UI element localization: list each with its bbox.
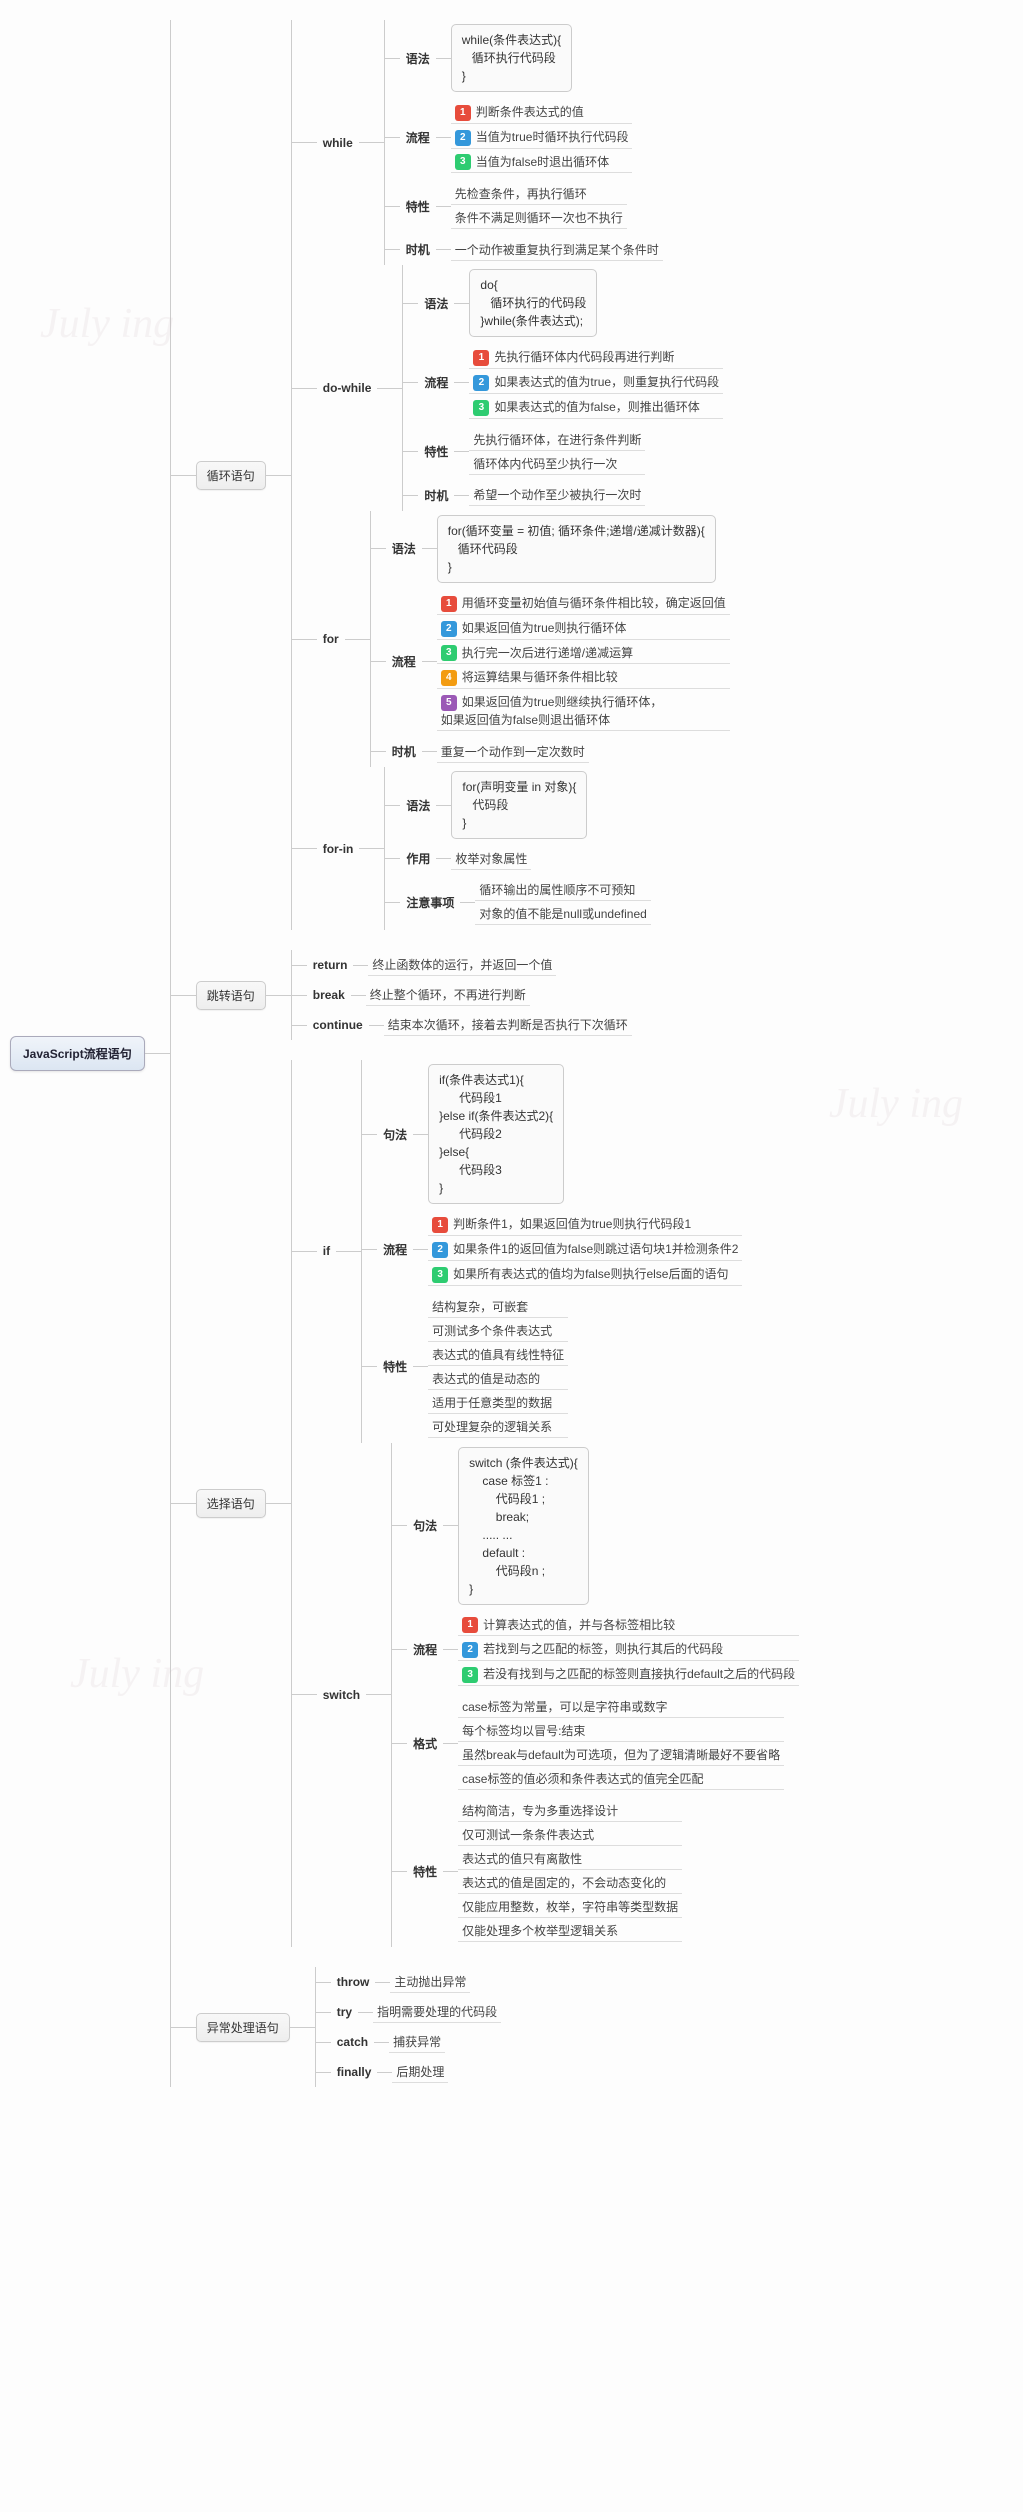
switch-node: switch: [317, 1685, 366, 1705]
switch-format-4: case标签的值必须和条件表达式的值完全匹配: [458, 1768, 784, 1790]
switch-trait-1: 结构简洁，专为多重选择设计: [458, 1800, 682, 1822]
mindmap-root-container: JavaScript流程语句 循环语句 while 语法 while(条件表达式)…: [10, 20, 1013, 2087]
finally-desc: 后期处理: [392, 2061, 448, 2083]
switch-trait-4: 表达式的值是固定的，不会动态变化的: [458, 1872, 682, 1894]
dowhile-syntax-code: do{ 循环执行的代码段 }while(条件表达式);: [469, 269, 597, 337]
dowhile-trait-2: 循环体内代码至少执行一次: [469, 453, 645, 475]
switch-flow-2: 若找到与之匹配的标签，则执行其后的代码段: [483, 1642, 723, 1656]
break-node: break: [307, 985, 351, 1005]
switch-format-2: 每个标签均以冒号:结束: [458, 1720, 784, 1742]
switch-trait-3: 表达式的值只有离散性: [458, 1848, 682, 1870]
continue-desc: 结束本次循环，接着去判断是否执行下次循环: [384, 1014, 632, 1036]
if-syntax-code: if(条件表达式1){ 代码段1 }else if(条件表达式2){ 代码段2 …: [428, 1064, 564, 1204]
if-flow-3: 如果所有表达式的值均为false则执行else后面的语句: [453, 1267, 728, 1281]
catch-node: catch: [331, 2032, 374, 2052]
while-trait-2: 条件不满足则循环一次也不执行: [451, 207, 627, 229]
finally-node: finally: [331, 2062, 378, 2082]
while-flow-3: 当值为false时退出循环体: [476, 155, 609, 169]
for-timing-label: 时机: [386, 740, 422, 763]
if-trait-6: 可处理复杂的逻辑关系: [428, 1416, 568, 1438]
for-syntax-code: for(循环变量 = 初值; 循环条件;递增/递减计数器){ 循环代码段 }: [437, 515, 716, 583]
try-desc: 指明需要处理的代码段: [373, 2001, 501, 2023]
while-syntax-code: while(条件表达式){ 循环执行代码段 }: [451, 24, 572, 92]
forin-syntax-code: for(声明变量 in 对象){ 代码段 }: [451, 771, 587, 839]
switch-format-1: case标签为常量，可以是字符串或数字: [458, 1696, 784, 1718]
for-flow-label: 流程: [386, 650, 422, 673]
dowhile-trait-1: 先执行循环体，在进行条件判断: [469, 429, 645, 451]
while-flow-1: 判断条件表达式的值: [476, 105, 584, 119]
switch-flow-1: 计算表达式的值，并与各标签相比较: [483, 1618, 675, 1632]
switch-format-3: 虽然break与default为可选项，但为了逻辑清晰最好不要省略: [458, 1744, 784, 1766]
if-node: if: [317, 1241, 336, 1261]
while-timing: 一个动作被重复执行到满足某个条件时: [451, 239, 663, 261]
if-trait-label: 特性: [377, 1355, 413, 1378]
for-timing: 重复一个动作到一定次数时: [437, 741, 589, 763]
if-flow-label: 流程: [377, 1238, 413, 1261]
forin-note-1: 循环输出的属性顺序不可预知: [475, 879, 650, 901]
exception-node: 异常处理语句: [196, 2013, 290, 2042]
for-node: for: [317, 629, 345, 649]
for-syntax-label: 语法: [386, 537, 422, 560]
if-trait-1: 结构复杂，可嵌套: [428, 1296, 568, 1318]
if-syntax-label: 句法: [377, 1123, 413, 1146]
return-desc: 终止函数体的运行，并返回一个值: [368, 954, 556, 976]
for-flow-5: 如果返回值为true则继续执行循环体， 如果返回值为false则退出循环体: [441, 695, 663, 727]
loop-node: 循环语句: [196, 461, 266, 490]
select-node: 选择语句: [196, 1489, 266, 1518]
dowhile-flow-1: 先执行循环体内代码段再进行判断: [494, 350, 674, 364]
forin-role-label: 作用: [400, 847, 436, 870]
while-timing-label: 时机: [400, 238, 436, 261]
while-trait-list: 先检查条件，再执行循环 条件不满足则循环一次也不执行: [451, 182, 627, 230]
return-node: return: [307, 955, 354, 975]
forin-syntax-label: 语法: [400, 794, 436, 817]
switch-syntax-code: switch (条件表达式){ case 标签1 : 代码段1 ; break;…: [458, 1447, 589, 1605]
switch-flow-label: 流程: [407, 1638, 443, 1661]
continue-node: continue: [307, 1015, 369, 1035]
try-node: try: [331, 2002, 358, 2022]
break-desc: 终止整个循环，不再进行判断: [366, 984, 530, 1006]
dowhile-flow-label: 流程: [418, 371, 454, 394]
catch-desc: 捕获异常: [389, 2031, 445, 2053]
for-flow-3: 执行完一次后进行递增/递减运算: [462, 646, 633, 660]
for-flow-2: 如果返回值为true则执行循环体: [462, 621, 627, 635]
switch-format-label: 格式: [407, 1732, 443, 1755]
dowhile-flow-3: 如果表达式的值为false，则推出循环体: [494, 400, 699, 414]
while-trait-label: 特性: [400, 195, 436, 218]
dowhile-timing: 希望一个动作至少被执行一次时: [469, 484, 645, 506]
throw-node: throw: [331, 1972, 376, 1992]
if-flow-2: 如果条件1的返回值为false则跳过语句块1并检测条件2: [453, 1242, 738, 1256]
dowhile-trait-label: 特性: [418, 440, 454, 463]
while-flow-list: 1判断条件表达式的值 2当值为true时循环执行代码段 3当值为false时退出…: [451, 100, 633, 174]
forin-note-2: 对象的值不能是null或undefined: [475, 903, 650, 925]
switch-trait-5: 仅能应用整数，枚举，字符串等类型数据: [458, 1896, 682, 1918]
while-flow-2: 当值为true时循环执行代码段: [476, 130, 629, 144]
switch-trait-label: 特性: [407, 1860, 443, 1883]
while-trait-1: 先检查条件，再执行循环: [451, 183, 627, 205]
for-flow-1: 用循环变量初始值与循环条件相比较，确定返回值: [462, 596, 726, 610]
dowhile-syntax-label: 语法: [418, 292, 454, 315]
switch-flow-3: 若没有找到与之匹配的标签则直接执行default之后的代码段: [483, 1667, 795, 1681]
jump-node: 跳转语句: [196, 981, 266, 1010]
if-flow-1: 判断条件1，如果返回值为true则执行代码段1: [453, 1217, 691, 1231]
switch-trait-6: 仅能处理多个枚举型逻辑关系: [458, 1920, 682, 1942]
forin-node: for-in: [317, 839, 360, 859]
if-trait-4: 表达式的值是动态的: [428, 1368, 568, 1390]
forin-role: 枚举对象属性: [451, 848, 531, 870]
dowhile-flow-2: 如果表达式的值为true，则重复执行代码段: [494, 375, 719, 389]
while-syntax-label: 语法: [400, 47, 436, 70]
forin-notes-label: 注意事项: [400, 891, 460, 914]
if-trait-2: 可测试多个条件表达式: [428, 1320, 568, 1342]
while-node: while: [317, 133, 359, 153]
if-trait-5: 适用于任意类型的数据: [428, 1392, 568, 1414]
dowhile-node: do-while: [317, 378, 378, 398]
dowhile-timing-label: 时机: [418, 484, 454, 507]
switch-syntax-label: 句法: [407, 1514, 443, 1537]
root-node: JavaScript流程语句: [10, 1036, 145, 1071]
throw-desc: 主动抛出异常: [390, 1971, 470, 1993]
switch-trait-2: 仅可测试一条条件表达式: [458, 1824, 682, 1846]
while-flow-label: 流程: [400, 126, 436, 149]
for-flow-4: 将运算结果与循环条件相比较: [462, 670, 618, 684]
if-trait-3: 表达式的值具有线性特征: [428, 1344, 568, 1366]
